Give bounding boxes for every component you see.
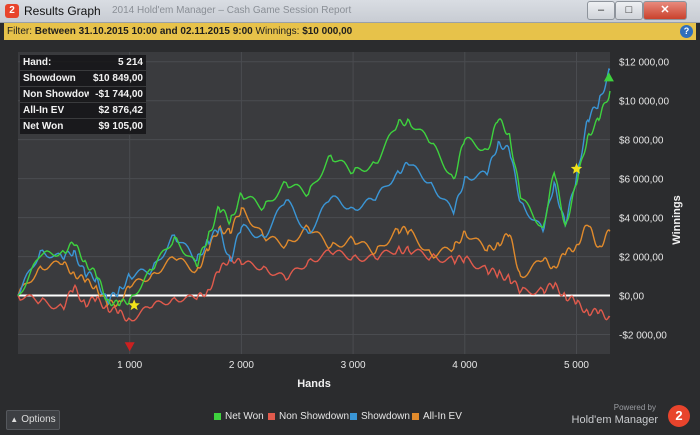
x-tick-label: 2 000 (229, 360, 254, 371)
y-tick-label: $4 000,00 (619, 214, 664, 225)
stats-label: Non Showdown (23, 89, 89, 100)
y-tick-label: $10 000,00 (619, 97, 669, 108)
filter-bar: Filter: Between 31.10.2015 10:00 and 02.… (4, 23, 696, 40)
x-tick-label: 4 000 (452, 360, 477, 371)
y-axis-label: Winnings (671, 195, 683, 244)
window-title: Results Graph (24, 4, 101, 18)
x-tick-label: 5 000 (564, 360, 589, 371)
close-button[interactable]: ✕ (643, 1, 687, 20)
legend-swatch (268, 413, 275, 420)
legend-label: Non Showdown (279, 411, 350, 422)
help-icon[interactable]: ? (680, 25, 693, 38)
stats-row-showdown: Showdown $10 849,00 (20, 71, 146, 87)
stats-value: $2 876,42 (98, 105, 144, 116)
stats-value: $10 849,00 (92, 73, 143, 84)
title-bar: 2 Results Graph 2014 Hold'em Manager – C… (0, 0, 700, 23)
x-axis-label: Hands (297, 378, 331, 390)
app-logo-icon: 2 (5, 4, 19, 18)
legend-item-net-won[interactable]: Net Won (214, 411, 264, 422)
x-tick-label: 1 000 (117, 360, 142, 371)
stats-row-non-showdown: Non Showdown -$1 744,00 (20, 87, 146, 103)
y-tick-label: $8 000,00 (619, 136, 664, 147)
y-tick-label: $6 000,00 (619, 175, 664, 186)
legend-item-showdown[interactable]: Showdown (350, 411, 410, 422)
powered-by-label: Powered by (613, 403, 656, 412)
stats-label: Hand: (23, 57, 52, 68)
legend-label: Net Won (225, 411, 264, 422)
brand-name: Hold'em Manager (571, 414, 658, 426)
stats-row-net-won: Net Won $9 105,00 (20, 119, 146, 135)
y-tick-label: $12 000,00 (619, 58, 669, 69)
holdem-manager-logo-icon: 2 (668, 405, 690, 427)
legend-swatch (412, 413, 419, 420)
y-tick-label: $2 000,00 (619, 253, 664, 264)
legend-label: All-In EV (423, 411, 462, 422)
stats-value: $9 105,00 (98, 121, 144, 132)
stats-row-hands: Hand: 5 214 (20, 55, 146, 71)
legend-swatch (350, 413, 357, 420)
y-tick-label: -$2 000,00 (619, 331, 667, 342)
stats-row-allin-ev: All-In EV $2 876,42 (20, 103, 146, 119)
stats-label: Net Won (23, 121, 64, 132)
stats-label: All-In EV (23, 105, 65, 116)
legend-label: Showdown (361, 411, 410, 422)
y-tick-label: $0,00 (619, 292, 644, 303)
stats-label: Showdown (23, 73, 76, 84)
window-subtitle: 2014 Hold'em Manager – Cash Game Session… (112, 5, 352, 16)
chevron-up-icon: ▲ (10, 415, 19, 424)
stats-value: -$1 744,00 (95, 89, 143, 100)
stats-value: 5 214 (117, 57, 143, 68)
legend-item-all-in-ev[interactable]: All-In EV (412, 411, 462, 422)
filter-winnings-value: $10 000,00 (302, 26, 353, 37)
x-tick-label: 3 000 (341, 360, 366, 371)
filter-range: Between 31.10.2015 10:00 and 02.11.2015 … (34, 26, 253, 37)
minimize-button[interactable]: – (587, 1, 615, 20)
legend-item-non-showdown[interactable]: Non Showdown (268, 411, 349, 422)
options-button[interactable]: ▲ Options (6, 410, 60, 430)
filter-prefix: Filter: (7, 26, 32, 37)
summary-stats-box: Hand: 5 214 Showdown $10 849,00 Non Showdo… (20, 55, 146, 135)
filter-winnings-label: Winnings: (255, 26, 300, 37)
options-label: Options (21, 414, 56, 425)
legend-swatch (214, 413, 221, 420)
maximize-button[interactable]: □ (615, 1, 643, 20)
